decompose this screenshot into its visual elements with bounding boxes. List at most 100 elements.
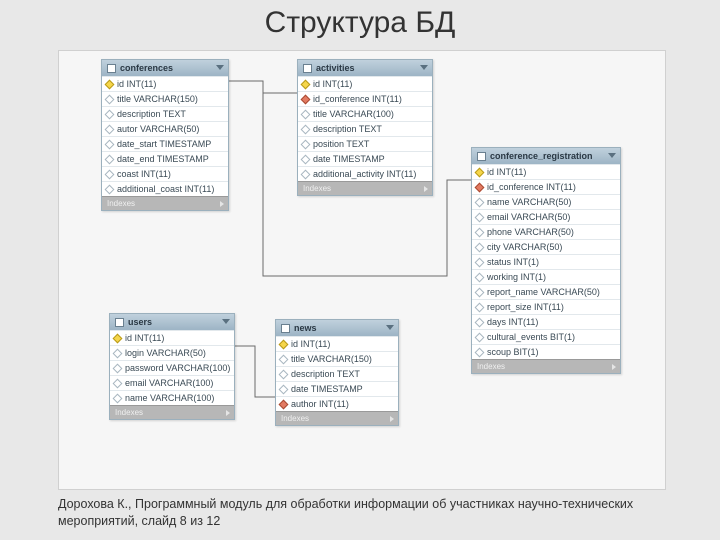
indexes-footer[interactable]: Indexes — [472, 359, 620, 373]
primary-key-icon — [301, 79, 311, 89]
column-icon — [301, 109, 311, 119]
table-activities[interactable]: activitiesid INT(11)id_conference INT(11… — [297, 59, 433, 196]
column-row[interactable]: name VARCHAR(100) — [110, 390, 234, 405]
column-row[interactable]: description TEXT — [298, 121, 432, 136]
column-row[interactable]: status INT(1) — [472, 254, 620, 269]
column-icon — [301, 124, 311, 134]
column-row[interactable]: login VARCHAR(50) — [110, 345, 234, 360]
column-row[interactable]: description TEXT — [276, 366, 398, 381]
column-row[interactable]: email VARCHAR(100) — [110, 375, 234, 390]
column-label: description TEXT — [313, 124, 382, 134]
expand-icon[interactable] — [424, 186, 428, 192]
column-row[interactable]: cultural_events BIT(1) — [472, 329, 620, 344]
column-row[interactable]: password VARCHAR(100) — [110, 360, 234, 375]
column-row[interactable]: phone VARCHAR(50) — [472, 224, 620, 239]
column-row[interactable]: name VARCHAR(50) — [472, 194, 620, 209]
column-label: city VARCHAR(50) — [487, 242, 562, 252]
column-row[interactable]: date_end TIMESTAMP — [102, 151, 228, 166]
indexes-label: Indexes — [477, 362, 505, 371]
column-row[interactable]: report_size INT(11) — [472, 299, 620, 314]
table-header[interactable]: users — [110, 314, 234, 330]
column-row[interactable]: id_conference INT(11) — [298, 91, 432, 106]
expand-icon[interactable] — [390, 416, 394, 422]
table-conference-registration[interactable]: conference_registrationid INT(11)id_conf… — [471, 147, 621, 374]
column-label: name VARCHAR(100) — [125, 393, 214, 403]
column-row[interactable]: autor VARCHAR(50) — [102, 121, 228, 136]
column-row[interactable]: email VARCHAR(50) — [472, 209, 620, 224]
indexes-footer[interactable]: Indexes — [110, 405, 234, 419]
column-row[interactable]: id INT(11) — [110, 330, 234, 345]
table-name: conference_registration — [490, 151, 593, 161]
foreign-key-icon — [279, 399, 289, 409]
indexes-footer[interactable]: Indexes — [276, 411, 398, 425]
column-row[interactable]: id INT(11) — [102, 76, 228, 91]
indexes-footer[interactable]: Indexes — [102, 196, 228, 210]
column-icon — [105, 94, 115, 104]
column-row[interactable]: id INT(11) — [472, 164, 620, 179]
column-row[interactable]: id INT(11) — [298, 76, 432, 91]
column-icon — [105, 124, 115, 134]
column-icon — [113, 363, 123, 373]
column-row[interactable]: position TEXT — [298, 136, 432, 151]
column-row[interactable]: additional_coast INT(11) — [102, 181, 228, 196]
column-row[interactable]: description TEXT — [102, 106, 228, 121]
table-header[interactable]: news — [276, 320, 398, 336]
table-name: news — [294, 323, 317, 333]
column-row[interactable]: scoup BIT(1) — [472, 344, 620, 359]
column-row[interactable]: working INT(1) — [472, 269, 620, 284]
column-icon — [475, 302, 485, 312]
column-icon — [113, 348, 123, 358]
table-news[interactable]: news id INT(11) title VARCHAR(150) descript… — [275, 319, 399, 426]
collapse-icon[interactable] — [420, 65, 428, 70]
column-icon — [105, 169, 115, 179]
expand-icon[interactable] — [226, 410, 230, 416]
column-icon — [279, 354, 289, 364]
column-row[interactable]: title VARCHAR(100) — [298, 106, 432, 121]
column-row[interactable]: date TIMESTAMP — [298, 151, 432, 166]
column-row[interactable]: author INT(11) — [276, 396, 398, 411]
column-label: position TEXT — [313, 139, 369, 149]
column-row[interactable]: date TIMESTAMP — [276, 381, 398, 396]
table-conferences[interactable]: conferences id INT(11)title VARCHAR(150) d… — [101, 59, 229, 211]
indexes-label: Indexes — [107, 199, 135, 208]
collapse-icon[interactable] — [222, 319, 230, 324]
column-row[interactable]: report_name VARCHAR(50) — [472, 284, 620, 299]
column-row[interactable]: id_conference INT(11) — [472, 179, 620, 194]
column-label: title VARCHAR(150) — [291, 354, 372, 364]
collapse-icon[interactable] — [216, 65, 224, 70]
column-row[interactable]: coast INT(11) — [102, 166, 228, 181]
column-row[interactable]: days INT(11) — [472, 314, 620, 329]
page-title: Структура БД — [0, 6, 720, 40]
indexes-footer[interactable]: Indexes — [298, 181, 432, 195]
column-label: date_start TIMESTAMP — [117, 139, 211, 149]
column-label: description TEXT — [117, 109, 186, 119]
column-row[interactable]: title VARCHAR(150) — [276, 351, 398, 366]
expand-icon[interactable] — [612, 364, 616, 370]
primary-key-icon — [105, 79, 115, 89]
table-icon — [107, 64, 116, 73]
collapse-icon[interactable] — [386, 325, 394, 330]
column-row[interactable]: title VARCHAR(150) — [102, 91, 228, 106]
table-users[interactable]: users id INT(11)login VARCHAR(50)password… — [109, 313, 235, 420]
column-row[interactable]: additional_activity INT(11) — [298, 166, 432, 181]
table-name: users — [128, 317, 152, 327]
column-row[interactable]: city VARCHAR(50) — [472, 239, 620, 254]
column-icon — [475, 257, 485, 267]
table-header[interactable]: activities — [298, 60, 432, 76]
column-label: report_name VARCHAR(50) — [487, 287, 600, 297]
table-header[interactable]: conference_registration — [472, 148, 620, 164]
collapse-icon[interactable] — [608, 153, 616, 158]
column-icon — [105, 109, 115, 119]
column-icon — [105, 154, 115, 164]
expand-icon[interactable] — [220, 201, 224, 207]
table-header[interactable]: conferences — [102, 60, 228, 76]
diagram-canvas: conferencesid INT(11)title VARCHAR(150)d… — [58, 50, 666, 490]
column-icon — [279, 384, 289, 394]
column-row[interactable]: date_start TIMESTAMP — [102, 136, 228, 151]
primary-key-icon — [113, 333, 123, 343]
column-label: author INT(11) — [291, 399, 349, 409]
column-row[interactable]: id INT(11) — [276, 336, 398, 351]
table-name: conferences — [120, 63, 173, 73]
column-icon — [113, 393, 123, 403]
indexes-label: Indexes — [115, 408, 143, 417]
